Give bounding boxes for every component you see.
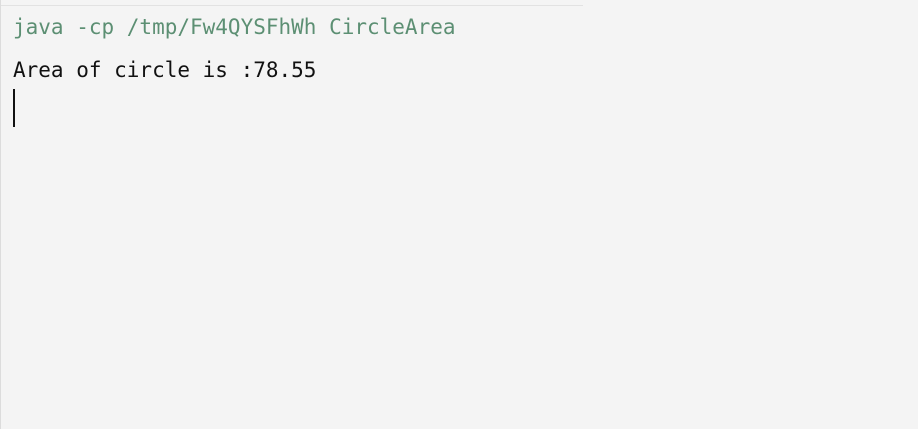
program-output-line: Area of circle is :78.55 [13,58,317,82]
text-cursor[interactable] [13,89,15,127]
console-output-panel: java -cp /tmp/Fw4QYSFhWh CircleArea Area… [0,0,918,429]
command-line: java -cp /tmp/Fw4QYSFhWh CircleArea [13,15,456,39]
top-divider [1,5,583,6]
